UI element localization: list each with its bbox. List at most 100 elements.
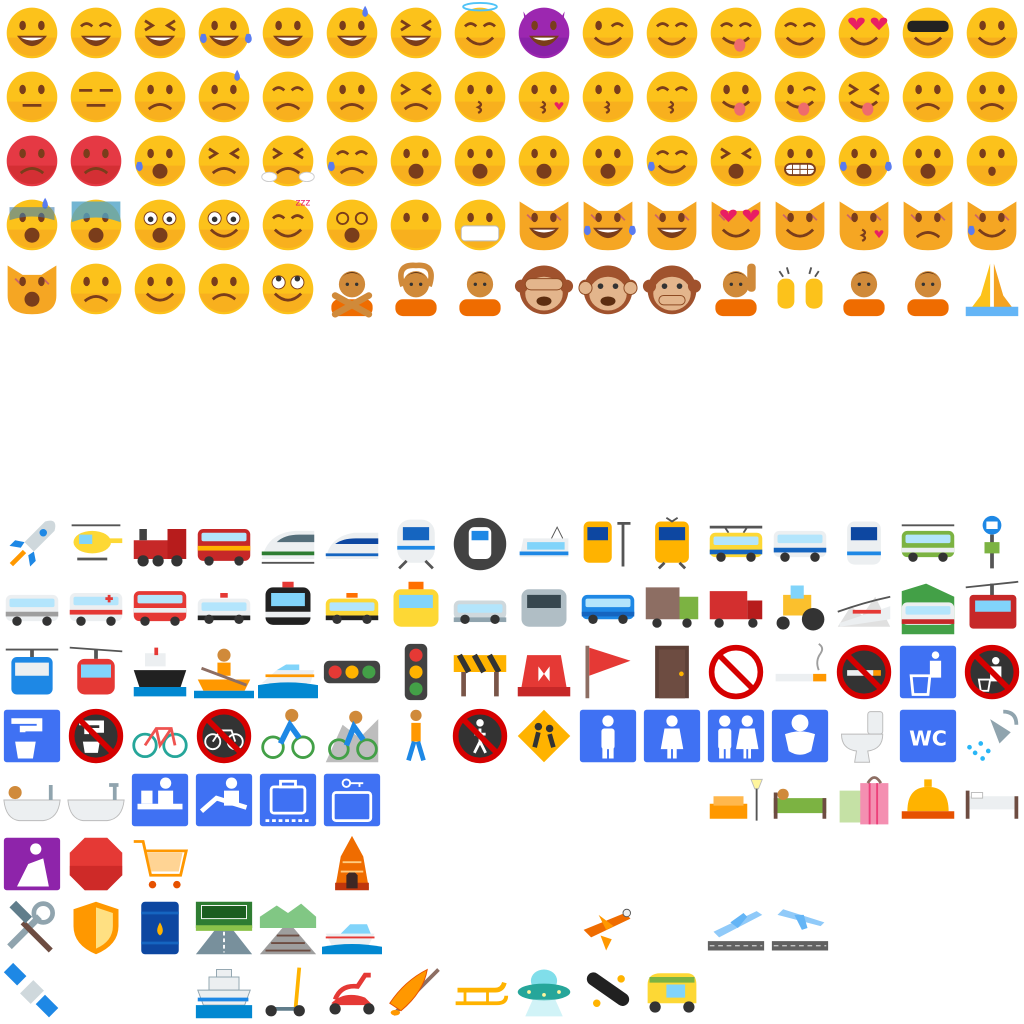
person-pouting-glyph (907, 271, 949, 317)
person-gesturing-no-icon (320, 256, 384, 320)
rolling-eyes-face-icon (256, 256, 320, 320)
delivery-truck-icon (640, 576, 704, 640)
fearful-face-glyph (518, 135, 570, 187)
heart-eyes-face-glyph (838, 7, 890, 59)
smiling-devil-face-glyph (518, 7, 570, 59)
restroom-icon (704, 704, 768, 768)
horizontal-traffic-light-icon (320, 640, 384, 704)
articulated-lorry-glyph (709, 591, 763, 628)
police-light-icon (512, 640, 576, 704)
hammer-and-wrench-glyph (7, 900, 55, 953)
grin-face-glyph (262, 7, 314, 59)
downcast-sweat-face-icon (192, 64, 256, 128)
light-rail-glyph (519, 526, 569, 558)
metro-glyph (453, 517, 507, 571)
no-pedestrians-icon (448, 704, 512, 768)
hindu-temple-icon (320, 832, 384, 896)
crying-face-icon (128, 128, 192, 192)
heart-eyes-face-icon (832, 0, 896, 64)
pouting-cat-glyph (903, 201, 953, 251)
bellhop-bell-glyph (901, 779, 955, 819)
motor-boat-glyph (322, 924, 382, 955)
aerial-tramway-glyph (965, 580, 1019, 629)
grinning-squinting-face-glyph (134, 7, 186, 59)
flying-saucer-icon (512, 960, 576, 1024)
person-biking-glyph (261, 708, 315, 759)
restroom-glyph (707, 709, 765, 763)
open-mouth-face-glyph (902, 135, 954, 187)
railway-car-glyph (197, 529, 251, 566)
couch-and-lamp-icon (704, 768, 768, 832)
anguished-face-icon (448, 128, 512, 192)
pouting-face-icon (0, 128, 64, 192)
speedboat-icon (256, 640, 320, 704)
confounded-face-glyph (390, 71, 442, 123)
grinning-sweat-face-glyph (326, 5, 378, 59)
kissing-face-icon (448, 64, 512, 128)
halo-face-glyph (454, 2, 506, 59)
taxi-glyph (325, 593, 379, 624)
vertical-traffic-light-icon (384, 640, 448, 704)
tram-icon (640, 512, 704, 576)
baggage-claim-icon (256, 768, 320, 832)
bus-glyph (901, 524, 955, 562)
anxious-sweat-face-glyph (6, 197, 58, 251)
hushed-face-glyph (966, 135, 1018, 187)
children-crossing-icon (512, 704, 576, 768)
bus-stop-glyph (982, 515, 1002, 569)
oncoming-taxi-glyph (393, 581, 439, 627)
minibus-glyph (5, 594, 59, 626)
suv-glyph (581, 594, 635, 624)
expressionless-face-glyph (70, 71, 122, 123)
worried-face-glyph (966, 71, 1018, 123)
mountain-cableway-2-glyph (5, 648, 59, 695)
shield-icon (64, 896, 128, 960)
pouting-face-glyph (6, 135, 58, 187)
door-icon (640, 640, 704, 704)
person-frowning-glyph (843, 271, 885, 317)
crying-cat-glyph (967, 201, 1017, 251)
rolling-eyes-face-glyph (262, 263, 314, 315)
non-potable-water-icon (64, 704, 128, 768)
steam-locomotive-icon (128, 512, 192, 576)
oil-drum-glyph (141, 901, 179, 955)
blowing-kiss-face-glyph (518, 71, 570, 123)
fire-engine-icon (128, 576, 192, 640)
triangular-flag-glyph (585, 645, 631, 699)
person-bowing-glyph (459, 271, 501, 317)
anguished-face-glyph (454, 135, 506, 187)
skateboard-icon (576, 960, 640, 1024)
motor-boat-icon (320, 896, 384, 960)
tears-of-joy-face-icon (192, 0, 256, 64)
smirk-cat-icon (768, 192, 832, 256)
motor-scooter-icon (320, 960, 384, 1024)
person-walking-icon (384, 704, 448, 768)
raising-hands-icon (768, 256, 832, 320)
sad-relieved-face-icon (320, 128, 384, 192)
no-entry-glyph (708, 644, 764, 700)
shower-glyph (967, 709, 1019, 761)
vertical-traffic-light-glyph (404, 643, 428, 701)
suv-icon (576, 576, 640, 640)
sleepy-face-icon (640, 128, 704, 192)
person-gesturing-ok-icon (384, 256, 448, 320)
mountain-biker-glyph (325, 710, 379, 763)
shield-glyph (73, 901, 119, 955)
oncoming-automobile-glyph (521, 589, 567, 627)
fire-engine-glyph (133, 591, 187, 626)
upside-down-face-glyph (198, 263, 250, 315)
automobile-icon (448, 576, 512, 640)
no-littering-glyph (964, 644, 1020, 700)
ambulance-icon (64, 576, 128, 640)
astonished-face-icon (128, 192, 192, 256)
passport-control-glyph (131, 773, 189, 827)
blushing-face-glyph (646, 7, 698, 59)
oncoming-police-car-glyph (265, 581, 311, 625)
cigarette-glyph (775, 643, 827, 682)
no-bicycles-icon (192, 704, 256, 768)
no-smoking-glyph (836, 644, 892, 700)
small-airplane-icon (576, 896, 640, 960)
shopping-cart-glyph (133, 840, 189, 889)
oncoming-police-car-icon (256, 576, 320, 640)
angry-face-icon (64, 128, 128, 192)
